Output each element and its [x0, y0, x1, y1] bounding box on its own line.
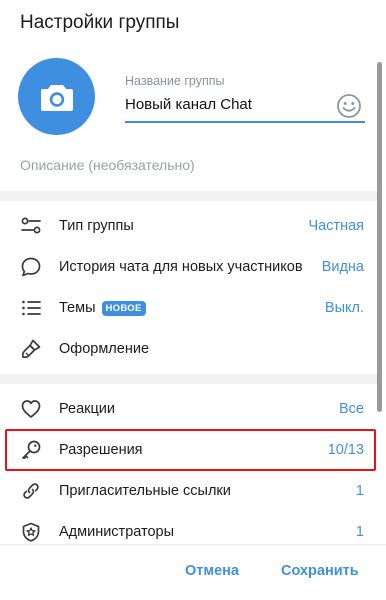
heart-icon: [21, 400, 41, 418]
new-badge: НОВОЕ: [101, 300, 146, 316]
shield-star-icon: [22, 522, 40, 542]
dialog-title: Настройки группы: [20, 12, 180, 33]
topics-label: Темы: [59, 300, 96, 316]
group-name-label: Название группы: [125, 74, 225, 88]
footer-divider: [0, 544, 386, 545]
setting-administrators[interactable]: Администраторы 1: [0, 512, 380, 552]
setting-label: Пригласительные ссылки: [59, 483, 231, 499]
setting-value: 1: [355, 524, 364, 540]
cancel-button[interactable]: Отмена: [185, 563, 239, 579]
section-separator: [0, 191, 380, 201]
section-separator: [0, 374, 380, 384]
setting-label: Администраторы: [59, 524, 175, 540]
list-icon: [22, 300, 41, 316]
setting-topics[interactable]: Темы НОВОЕ Выкл.: [0, 288, 380, 328]
setting-value: 1: [355, 483, 364, 499]
scrollbar-thumb[interactable]: [377, 62, 382, 412]
camera-icon: [40, 84, 73, 111]
setting-reactions[interactable]: Реакции Все: [0, 389, 380, 429]
setting-value: Частная: [308, 218, 364, 234]
sliders-icon: [21, 217, 41, 234]
setting-value: Видна: [321, 259, 364, 275]
setting-label: История чата для новых участников: [59, 259, 303, 275]
link-icon: [23, 483, 39, 499]
permissions-highlight-box: [5, 429, 376, 471]
chat-bubble-icon: [21, 257, 41, 277]
group-name-underline: [125, 121, 365, 123]
setting-value: Выкл.: [324, 300, 364, 316]
setting-invite-links[interactable]: Пригласительные ссылки 1: [0, 471, 380, 511]
group-avatar-upload[interactable]: [18, 58, 95, 135]
setting-appearance[interactable]: Оформление: [0, 329, 380, 369]
setting-value: Все: [339, 401, 364, 417]
setting-chat-history[interactable]: История чата для новых участников Видна: [0, 247, 380, 287]
emoji-icon[interactable]: [336, 93, 362, 119]
setting-label: Тип группы: [59, 218, 134, 234]
setting-group-type[interactable]: Тип группы Частная: [0, 206, 380, 246]
setting-label: Реакции: [59, 401, 116, 417]
description-input[interactable]: Описание (необязательно): [20, 157, 195, 173]
brush-icon: [21, 339, 41, 359]
setting-label: Темы НОВОЕ: [59, 300, 146, 316]
group-name-input[interactable]: Новый канал Chat: [125, 96, 252, 113]
save-button[interactable]: Сохранить: [281, 563, 359, 579]
setting-label: Оформление: [59, 341, 150, 357]
